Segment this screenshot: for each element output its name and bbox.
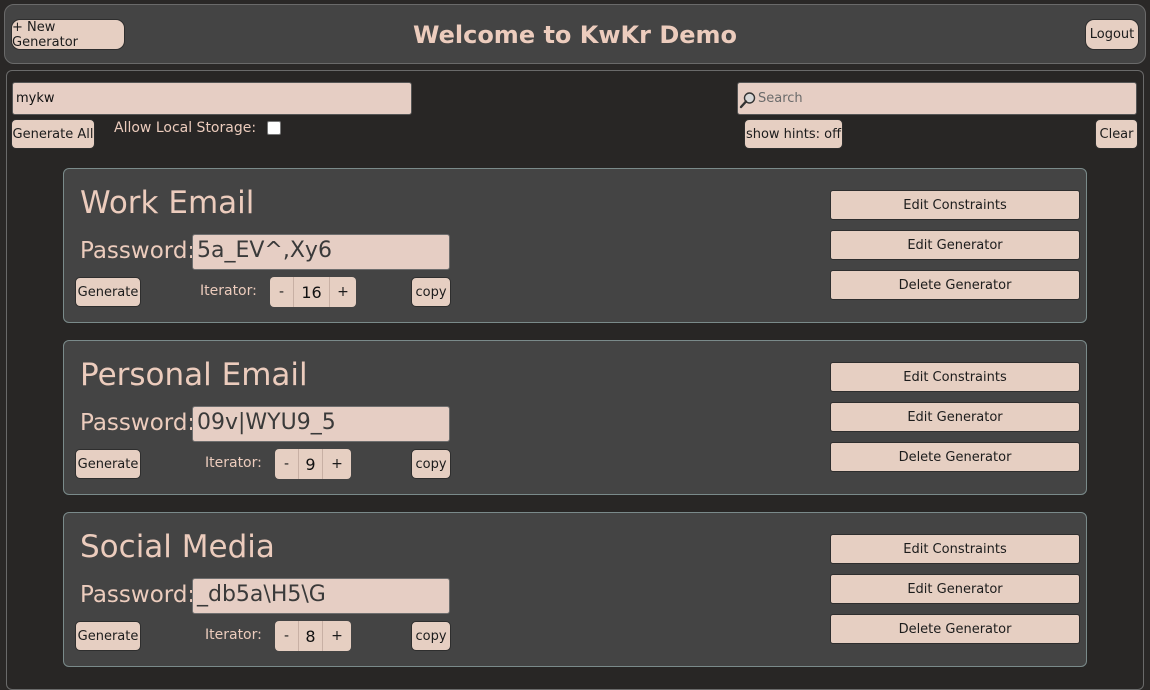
delete-generator-button[interactable]: Delete Generator xyxy=(830,270,1080,300)
edit-generator-button[interactable]: Edit Generator xyxy=(830,402,1080,432)
decrement-button[interactable]: - xyxy=(275,449,299,479)
allow-local-storage-label: Allow Local Storage: xyxy=(114,120,257,136)
iterator-label: Iterator: xyxy=(205,455,262,471)
generator-title: Personal Email xyxy=(80,357,308,393)
copy-button[interactable]: copy xyxy=(411,277,451,307)
delete-generator-button[interactable]: Delete Generator xyxy=(830,442,1080,472)
increment-button[interactable]: + xyxy=(330,277,356,307)
password-field[interactable]: 5a_EV^,Xy6 xyxy=(192,234,450,270)
app-header: Welcome to KwKr Demo + New Generator Log… xyxy=(4,4,1146,64)
password-field[interactable]: 09v|WYU9_5 xyxy=(192,406,450,442)
keyword-input[interactable] xyxy=(12,82,412,115)
decrement-button[interactable]: - xyxy=(275,621,299,651)
magnifier-icon xyxy=(739,92,756,109)
copy-button[interactable]: copy xyxy=(411,621,451,651)
new-generator-button[interactable]: + New Generator xyxy=(11,19,125,50)
generate-button[interactable]: Generate xyxy=(75,277,141,307)
password-field[interactable]: _db5a\H5\G xyxy=(192,578,450,614)
generator-card: Personal Email Password: 09v|WYU9_5 Gene… xyxy=(63,340,1087,495)
iterator-stepper: - 9 + xyxy=(275,449,351,479)
increment-button[interactable]: + xyxy=(323,621,351,651)
iterator-value: 8 xyxy=(299,621,323,651)
decrement-button[interactable]: - xyxy=(270,277,294,307)
allow-local-storage-checkbox[interactable] xyxy=(267,121,281,135)
iterator-value: 16 xyxy=(294,277,330,307)
iterator-label: Iterator: xyxy=(205,627,262,643)
password-label: Password: xyxy=(80,238,196,264)
generate-button[interactable]: Generate xyxy=(75,621,141,651)
iterator-stepper: - 16 + xyxy=(270,277,356,307)
search-input[interactable] xyxy=(758,83,1134,114)
iterator-stepper: - 8 + xyxy=(275,621,351,651)
generator-card: Work Email Password: 5a_EV^,Xy6 Generate… xyxy=(63,168,1087,323)
edit-constraints-button[interactable]: Edit Constraints xyxy=(830,190,1080,220)
generate-button[interactable]: Generate xyxy=(75,449,141,479)
generator-card: Social Media Password: _db5a\H5\G Genera… xyxy=(63,512,1087,667)
logout-button[interactable]: Logout xyxy=(1085,19,1139,50)
edit-generator-button[interactable]: Edit Generator xyxy=(830,230,1080,260)
generator-title: Work Email xyxy=(80,185,255,221)
copy-button[interactable]: copy xyxy=(411,449,451,479)
edit-constraints-button[interactable]: Edit Constraints xyxy=(830,534,1080,564)
iterator-value: 9 xyxy=(299,449,323,479)
password-label: Password: xyxy=(80,582,196,608)
increment-button[interactable]: + xyxy=(323,449,351,479)
search-bar[interactable] xyxy=(737,82,1137,115)
show-hints-toggle[interactable]: show hints: off xyxy=(744,119,843,149)
edit-generator-button[interactable]: Edit Generator xyxy=(830,574,1080,604)
generator-title: Social Media xyxy=(80,529,275,565)
delete-generator-button[interactable]: Delete Generator xyxy=(830,614,1080,644)
generate-all-button[interactable]: Generate All xyxy=(11,119,95,149)
iterator-label: Iterator: xyxy=(200,283,257,299)
edit-constraints-button[interactable]: Edit Constraints xyxy=(830,362,1080,392)
password-label: Password: xyxy=(80,410,196,436)
clear-button[interactable]: Clear xyxy=(1095,119,1138,149)
page-title: Welcome to KwKr Demo xyxy=(412,21,738,49)
